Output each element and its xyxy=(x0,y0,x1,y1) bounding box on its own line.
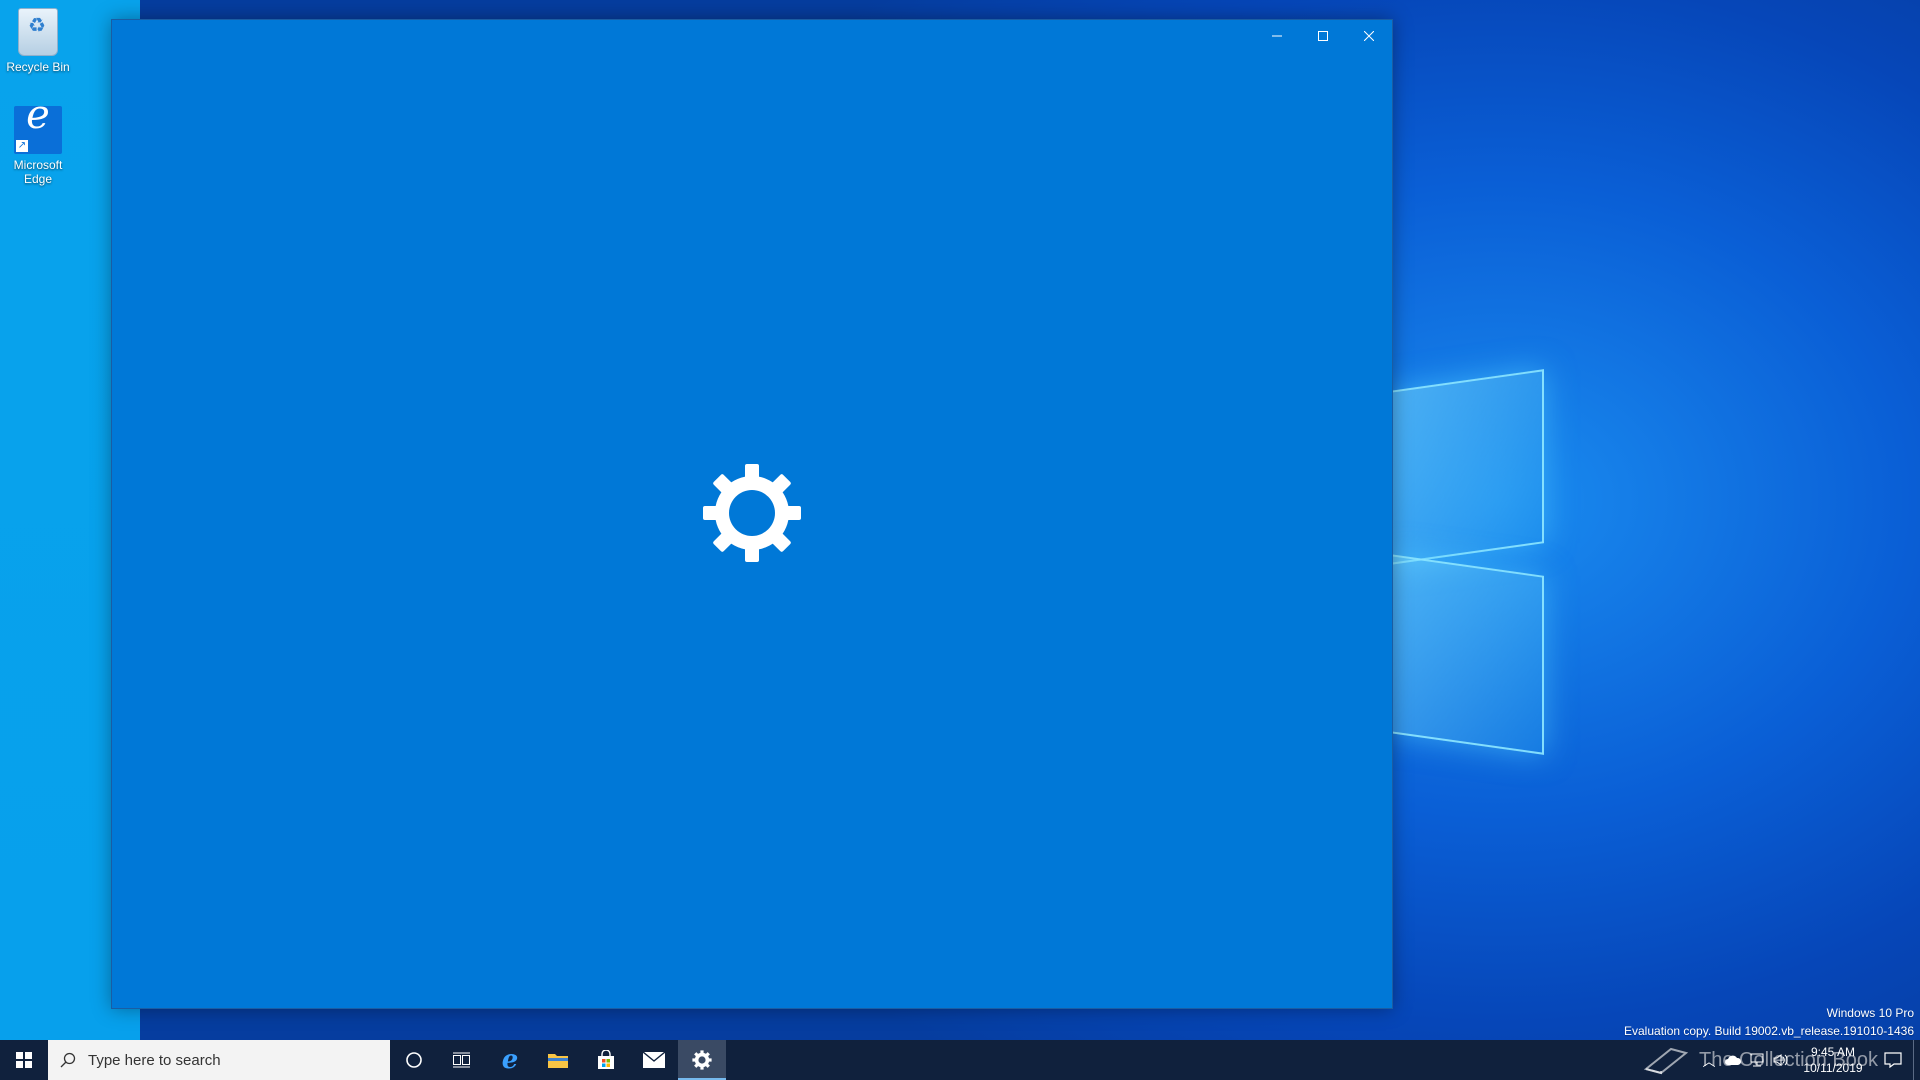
cortana-button[interactable] xyxy=(390,1040,438,1080)
desktop-icon-label: Recycle Bin xyxy=(6,60,70,74)
close-button[interactable] xyxy=(1346,20,1392,52)
taskbar-settings-button[interactable] xyxy=(678,1040,726,1080)
search-icon xyxy=(60,1052,76,1068)
mail-button[interactable] xyxy=(630,1040,678,1080)
taskbar-search-box[interactable]: Type here to search xyxy=(48,1040,390,1080)
recycle-bin-icon xyxy=(18,8,58,56)
windows-start-icon xyxy=(16,1052,32,1068)
desktop-icon-recycle-bin[interactable]: Recycle Bin xyxy=(0,8,76,74)
the-collection-book-watermark: The Collection Book xyxy=(1643,1040,1878,1080)
edge-icon: e xyxy=(501,1045,519,1075)
maximize-button[interactable] xyxy=(1300,20,1346,52)
show-desktop-button[interactable] xyxy=(1913,1040,1920,1080)
task-view-button[interactable] xyxy=(438,1040,486,1080)
taskbar-edge-button[interactable]: e xyxy=(486,1040,534,1080)
folder-icon xyxy=(548,1054,568,1068)
windows-logo-pane-bottom xyxy=(1390,554,1544,755)
settings-window[interactable] xyxy=(111,19,1393,1009)
desktop-icon-microsoft-edge[interactable]: e ↗ Microsoft Edge xyxy=(0,95,76,186)
edge-icon: e ↗ xyxy=(14,95,62,154)
cortana-circle-icon xyxy=(406,1052,422,1068)
minimize-icon xyxy=(1272,35,1282,37)
watermark-logo-text: The Collection Book xyxy=(1699,1048,1878,1071)
watermark-build: Evaluation copy. Build 19002.vb_release.… xyxy=(1624,1024,1914,1038)
action-center-button[interactable] xyxy=(1873,1040,1913,1080)
mail-icon xyxy=(643,1052,665,1068)
microsoft-store-button[interactable] xyxy=(582,1040,630,1080)
gear-icon xyxy=(692,1050,712,1070)
taskbar: Type here to search e ︿ 9:45 AM 10/11/20… xyxy=(0,1040,1920,1080)
file-explorer-button[interactable] xyxy=(534,1040,582,1080)
maximize-icon xyxy=(1318,31,1328,41)
minimize-button[interactable] xyxy=(1254,20,1300,52)
watermark-edition: Windows 10 Pro xyxy=(1826,1006,1914,1020)
task-view-icon xyxy=(453,1052,470,1068)
close-icon xyxy=(1364,31,1374,41)
window-titlebar-controls xyxy=(1254,20,1392,52)
notification-icon xyxy=(1884,1052,1902,1068)
store-bag-icon xyxy=(598,1050,614,1069)
gear-icon xyxy=(703,464,801,562)
start-button[interactable] xyxy=(0,1040,48,1080)
shortcut-arrow-icon: ↗ xyxy=(16,140,28,152)
windows-logo-pane-top xyxy=(1390,369,1544,565)
search-placeholder: Type here to search xyxy=(88,1051,221,1069)
book-logo-icon xyxy=(1643,1047,1689,1075)
desktop-icon-label: Microsoft Edge xyxy=(13,158,63,186)
